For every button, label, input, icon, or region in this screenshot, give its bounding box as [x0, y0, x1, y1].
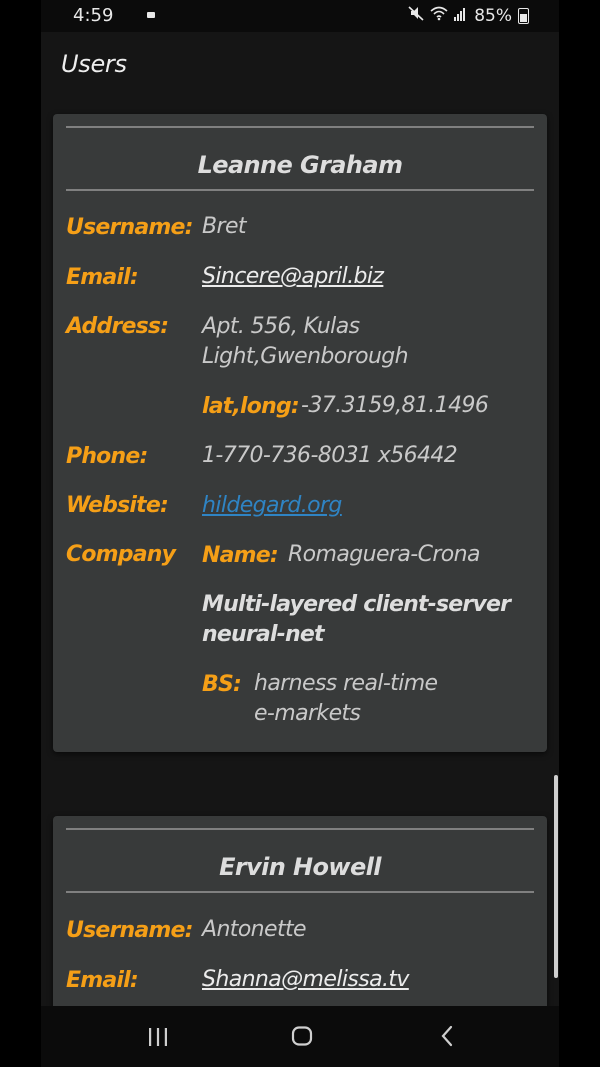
status-bar: 4:59 85% — [41, 0, 559, 32]
address-line2: Light,Gwenborough — [202, 344, 409, 369]
status-icons: 85% — [408, 5, 529, 26]
company-name-value: Romaguera-Crona — [288, 542, 480, 567]
company-label: Company — [66, 542, 176, 567]
email-link[interactable]: Shanna@melissa.tv — [202, 967, 409, 992]
company-catchphrase-line2: neural-net — [202, 622, 325, 647]
divider — [66, 126, 534, 128]
username-value: Antonette — [202, 917, 307, 942]
home-icon[interactable] — [291, 1025, 313, 1052]
app-bar: Users — [41, 32, 559, 102]
phone-value: 1-770-736-8031 x56442 — [202, 443, 458, 468]
app-viewport: 4:59 85% Users Leanne Graham Username: B… — [41, 0, 559, 1067]
nav-bar — [41, 1006, 559, 1067]
screen: 4:59 85% Users Leanne Graham Username: B… — [0, 0, 600, 1067]
back-icon[interactable] — [439, 1025, 455, 1052]
user-name: Ervin Howell — [219, 853, 381, 881]
username-value: Bret — [202, 214, 247, 239]
user-card: Leanne Graham Username: Bret Email: Sinc… — [53, 114, 547, 752]
user-name: Leanne Graham — [197, 151, 403, 179]
status-time: 4:59 — [73, 5, 114, 26]
bs-label: BS: — [202, 672, 242, 697]
website-label: Website: — [66, 493, 169, 518]
username-label: Username: — [66, 215, 193, 240]
latlong-value: -37.3159,81.1496 — [301, 393, 489, 418]
notification-dot-icon — [147, 12, 155, 18]
website-link[interactable]: hildegard.org — [202, 493, 342, 518]
latlong-label: lat,long: — [202, 394, 300, 419]
wifi-icon — [430, 5, 448, 26]
company-name-label: Name: — [202, 543, 279, 568]
website-row: hildegard.org — [202, 491, 532, 521]
email-link[interactable]: Sincere@april.biz — [202, 264, 384, 289]
recents-icon[interactable] — [147, 1026, 169, 1053]
user-card: Ervin Howell Username: Antonette Email: … — [53, 816, 547, 1016]
company-catchphrase-line1: Multi-layered client-server — [202, 592, 511, 617]
phone-label: Phone: — [66, 444, 148, 469]
battery-percentage: 85% — [474, 5, 512, 26]
divider — [66, 828, 534, 830]
divider — [66, 189, 534, 191]
email-row: Shanna@melissa.tv — [202, 965, 532, 995]
email-label: Email: — [66, 968, 139, 993]
address-label: Address: — [66, 314, 169, 339]
mute-icon — [408, 5, 424, 26]
address-line1: Apt. 556, Kulas — [202, 314, 360, 339]
battery-icon — [518, 7, 529, 24]
signal-icon — [454, 6, 468, 26]
bs-line2: e-markets — [254, 701, 361, 726]
bs-line1: harness real-time — [254, 671, 438, 696]
email-row: Sincere@april.biz — [202, 262, 532, 292]
page-title: Users — [61, 50, 127, 78]
username-label: Username: — [66, 918, 193, 943]
scrollbar[interactable] — [554, 775, 558, 978]
email-label: Email: — [66, 265, 139, 290]
divider — [66, 891, 534, 893]
